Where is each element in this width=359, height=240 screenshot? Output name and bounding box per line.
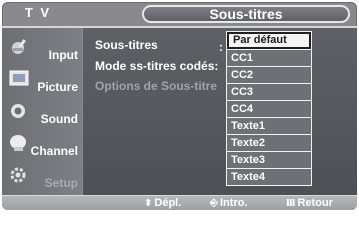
sidebar-item-setup[interactable]: Setup xyxy=(2,162,82,194)
hint-move: ⬍ Dépl. xyxy=(144,196,181,210)
setup-icon xyxy=(9,165,31,185)
option-value-separator: : xyxy=(219,40,223,54)
menu-title: Sous-titres xyxy=(142,5,350,23)
sidebar-item-label: Sound xyxy=(40,112,78,126)
return-icon: Ⅲ xyxy=(286,198,296,209)
hint-return-label: Retour xyxy=(297,197,333,209)
sidebar-item-label: Input xyxy=(48,48,78,62)
dropdown-item[interactable]: CC4 xyxy=(227,100,311,117)
caption-dropdown[interactable]: Par défaut CC1 CC2 CC3 CC4 Texte1 Texte2… xyxy=(226,31,312,186)
source-mode-label: T V xyxy=(24,5,52,20)
dropdown-item[interactable]: CC1 xyxy=(227,49,311,66)
dropdown-item[interactable]: Texte2 xyxy=(227,134,311,151)
dropdown-item[interactable]: Texte3 xyxy=(227,151,311,168)
dropdown-item[interactable]: CC2 xyxy=(227,66,311,83)
picture-icon xyxy=(9,69,31,89)
dropdown-item-selected[interactable]: Par défaut xyxy=(227,32,311,49)
input-icon xyxy=(9,37,31,57)
hint-move-label: Dépl. xyxy=(154,197,182,209)
channel-icon xyxy=(9,133,31,153)
menu-title-text: Sous-titres xyxy=(209,6,283,22)
dropdown-item[interactable]: Texte4 xyxy=(227,168,311,185)
sidebar-item-input[interactable]: Input xyxy=(2,34,82,66)
osd-screen: T V Sous-titres Input Picture Sound Chan… xyxy=(2,2,357,210)
dropdown-item[interactable]: Texte1 xyxy=(227,117,311,134)
hint-return: Ⅲ Retour xyxy=(286,196,333,210)
sidebar-item-sound[interactable]: Sound xyxy=(2,98,82,130)
sidebar: Input Picture Sound Channel Setup xyxy=(2,28,82,195)
sidebar-item-picture[interactable]: Picture xyxy=(2,66,82,98)
dropdown-item[interactable]: CC3 xyxy=(227,83,311,100)
hint-enter: ⎆ Intro. xyxy=(210,196,248,210)
option-closed-caption-mode[interactable]: Mode ss-titres codés: xyxy=(95,59,218,73)
move-arrows-icon: ⬍ xyxy=(144,198,153,209)
option-caption-options: Options de Sous-titre xyxy=(95,79,218,93)
enter-icon: ⎆ xyxy=(210,198,218,209)
footer-hints: ⬍ Dépl. ⎆ Intro. Ⅲ Retour xyxy=(2,195,357,210)
sidebar-item-label: Setup xyxy=(44,176,78,190)
hint-enter-label: Intro. xyxy=(220,197,248,209)
sidebar-item-label: Channel xyxy=(30,144,78,158)
option-sous-titres[interactable]: Sous-titres xyxy=(95,38,158,52)
sidebar-item-channel[interactable]: Channel xyxy=(2,130,82,162)
settings-panel: Sous-titres : Mode ss-titres codés: Opti… xyxy=(83,28,357,195)
sidebar-item-label: Picture xyxy=(37,80,78,94)
sound-icon xyxy=(9,101,31,121)
